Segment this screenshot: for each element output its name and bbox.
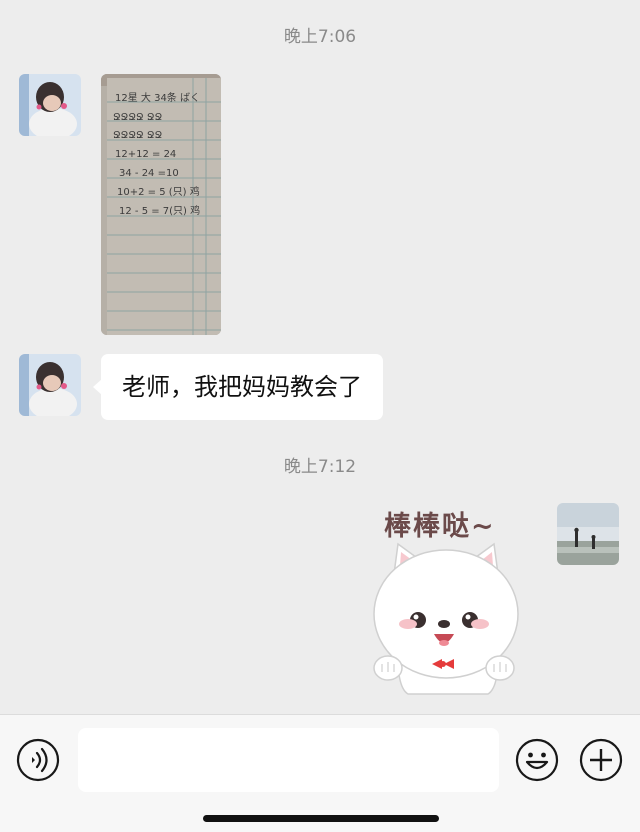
input-bar [0, 714, 640, 832]
photo-line-6: 10+2 = 5 (只) 鸡 [117, 185, 200, 198]
voice-icon[interactable] [16, 738, 60, 782]
home-indicator[interactable] [203, 815, 439, 822]
timestamp: 晚上7:06 [283, 27, 357, 47]
emoji-icon[interactable] [515, 738, 559, 782]
photo-line-3: ՋՋՋՋ ՋՋ [113, 130, 162, 141]
my-avatar[interactable] [557, 503, 619, 565]
photo-line-1: 12星 大 34条 ばく [115, 91, 200, 104]
photo-line-7: 12 - 5 = 7(只) 鸡 [119, 204, 200, 217]
photo-message[interactable]: 12星 大 34条 ばく ՋՋՋՋ ՋՋ ՋՋՋՋ ՋՋ 12+12 = 24 … [101, 74, 221, 335]
photo-line-2: ՋՋՋՋ ՋՋ [113, 112, 162, 123]
message-input[interactable] [78, 728, 499, 792]
timestamp: 晚上7:12 [283, 457, 357, 477]
contact-avatar[interactable] [19, 74, 81, 136]
plus-icon[interactable] [579, 738, 623, 782]
contact-avatar[interactable] [19, 354, 81, 416]
photo-line-4: 12+12 = 24 [115, 149, 176, 160]
received-text-bubble[interactable]: 老师，我把妈妈教会了 [93, 354, 383, 420]
chat-area[interactable]: 晚上7:06 12星 大 34条 ばく ՋՋՋՋ ՋՋ ՋՋՋՋ ՋՋ 12+1… [0, 0, 640, 714]
sticker-message[interactable]: 棒棒哒~ [368, 502, 528, 697]
photo-line-5: 34 - 24 =10 [119, 168, 179, 179]
